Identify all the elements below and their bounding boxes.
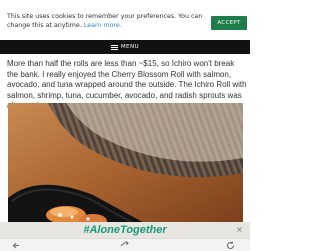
sushi-photo (8, 103, 243, 225)
back-arrow-icon[interactable] (12, 241, 21, 250)
share-icon[interactable] (120, 241, 129, 250)
cookie-message: This site uses cookies to remember your … (7, 12, 207, 30)
sushi-photo-illustration (8, 103, 243, 225)
cookie-banner: This site uses cookies to remember your … (0, 0, 250, 41)
ad-hashtag[interactable]: #AloneTogether (83, 224, 166, 236)
refresh-icon[interactable] (226, 241, 235, 250)
ad-banner[interactable]: #AloneTogether × (0, 222, 250, 238)
menu-bar[interactable]: MENU (0, 40, 250, 54)
browser-toolbar (0, 238, 250, 251)
hamburger-icon[interactable] (110, 44, 118, 50)
close-icon[interactable]: × (235, 225, 244, 234)
accept-cookies-button[interactable]: Accept (211, 16, 247, 30)
learn-more-link[interactable]: Learn more. (84, 22, 122, 29)
menu-label[interactable]: MENU (121, 44, 139, 50)
